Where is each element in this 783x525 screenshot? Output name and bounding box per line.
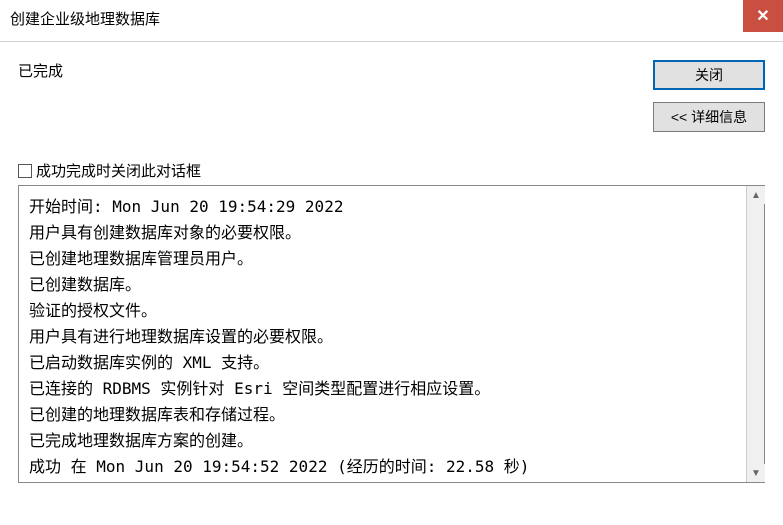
- close-on-success-checkbox[interactable]: [18, 164, 32, 178]
- close-button[interactable]: 关闭: [653, 60, 765, 90]
- close-on-success-checkbox-row: 成功完成时关闭此对话框: [18, 160, 765, 181]
- close-on-success-label: 成功完成时关闭此对话框: [36, 160, 201, 181]
- chevron-up-icon: ▲: [751, 190, 761, 201]
- scroll-up-button[interactable]: ▲: [747, 186, 765, 204]
- details-button[interactable]: << 详细信息: [653, 102, 765, 132]
- close-icon: ✕: [756, 6, 769, 26]
- titlebar: 创建企业级地理数据库 ✕: [0, 0, 783, 42]
- scroll-down-button[interactable]: ▼: [747, 464, 765, 482]
- log-area: 开始时间: Mon Jun 20 19:54:29 2022 用户具有创建数据库…: [18, 185, 765, 483]
- button-column: 关闭 << 详细信息: [653, 60, 765, 132]
- top-row: 已完成 关闭 << 详细信息: [18, 60, 765, 132]
- window-title: 创建企业级地理数据库: [10, 0, 160, 29]
- dialog-content: 已完成 关闭 << 详细信息 成功完成时关闭此对话框 开始时间: Mon Jun…: [0, 42, 783, 493]
- log-text: 开始时间: Mon Jun 20 19:54:29 2022 用户具有创建数据库…: [19, 186, 746, 482]
- chevron-down-icon: ▼: [751, 468, 761, 479]
- scrollbar[interactable]: ▲ ▼: [746, 186, 764, 482]
- window-close-button[interactable]: ✕: [743, 0, 783, 32]
- status-text: 已完成: [18, 60, 63, 81]
